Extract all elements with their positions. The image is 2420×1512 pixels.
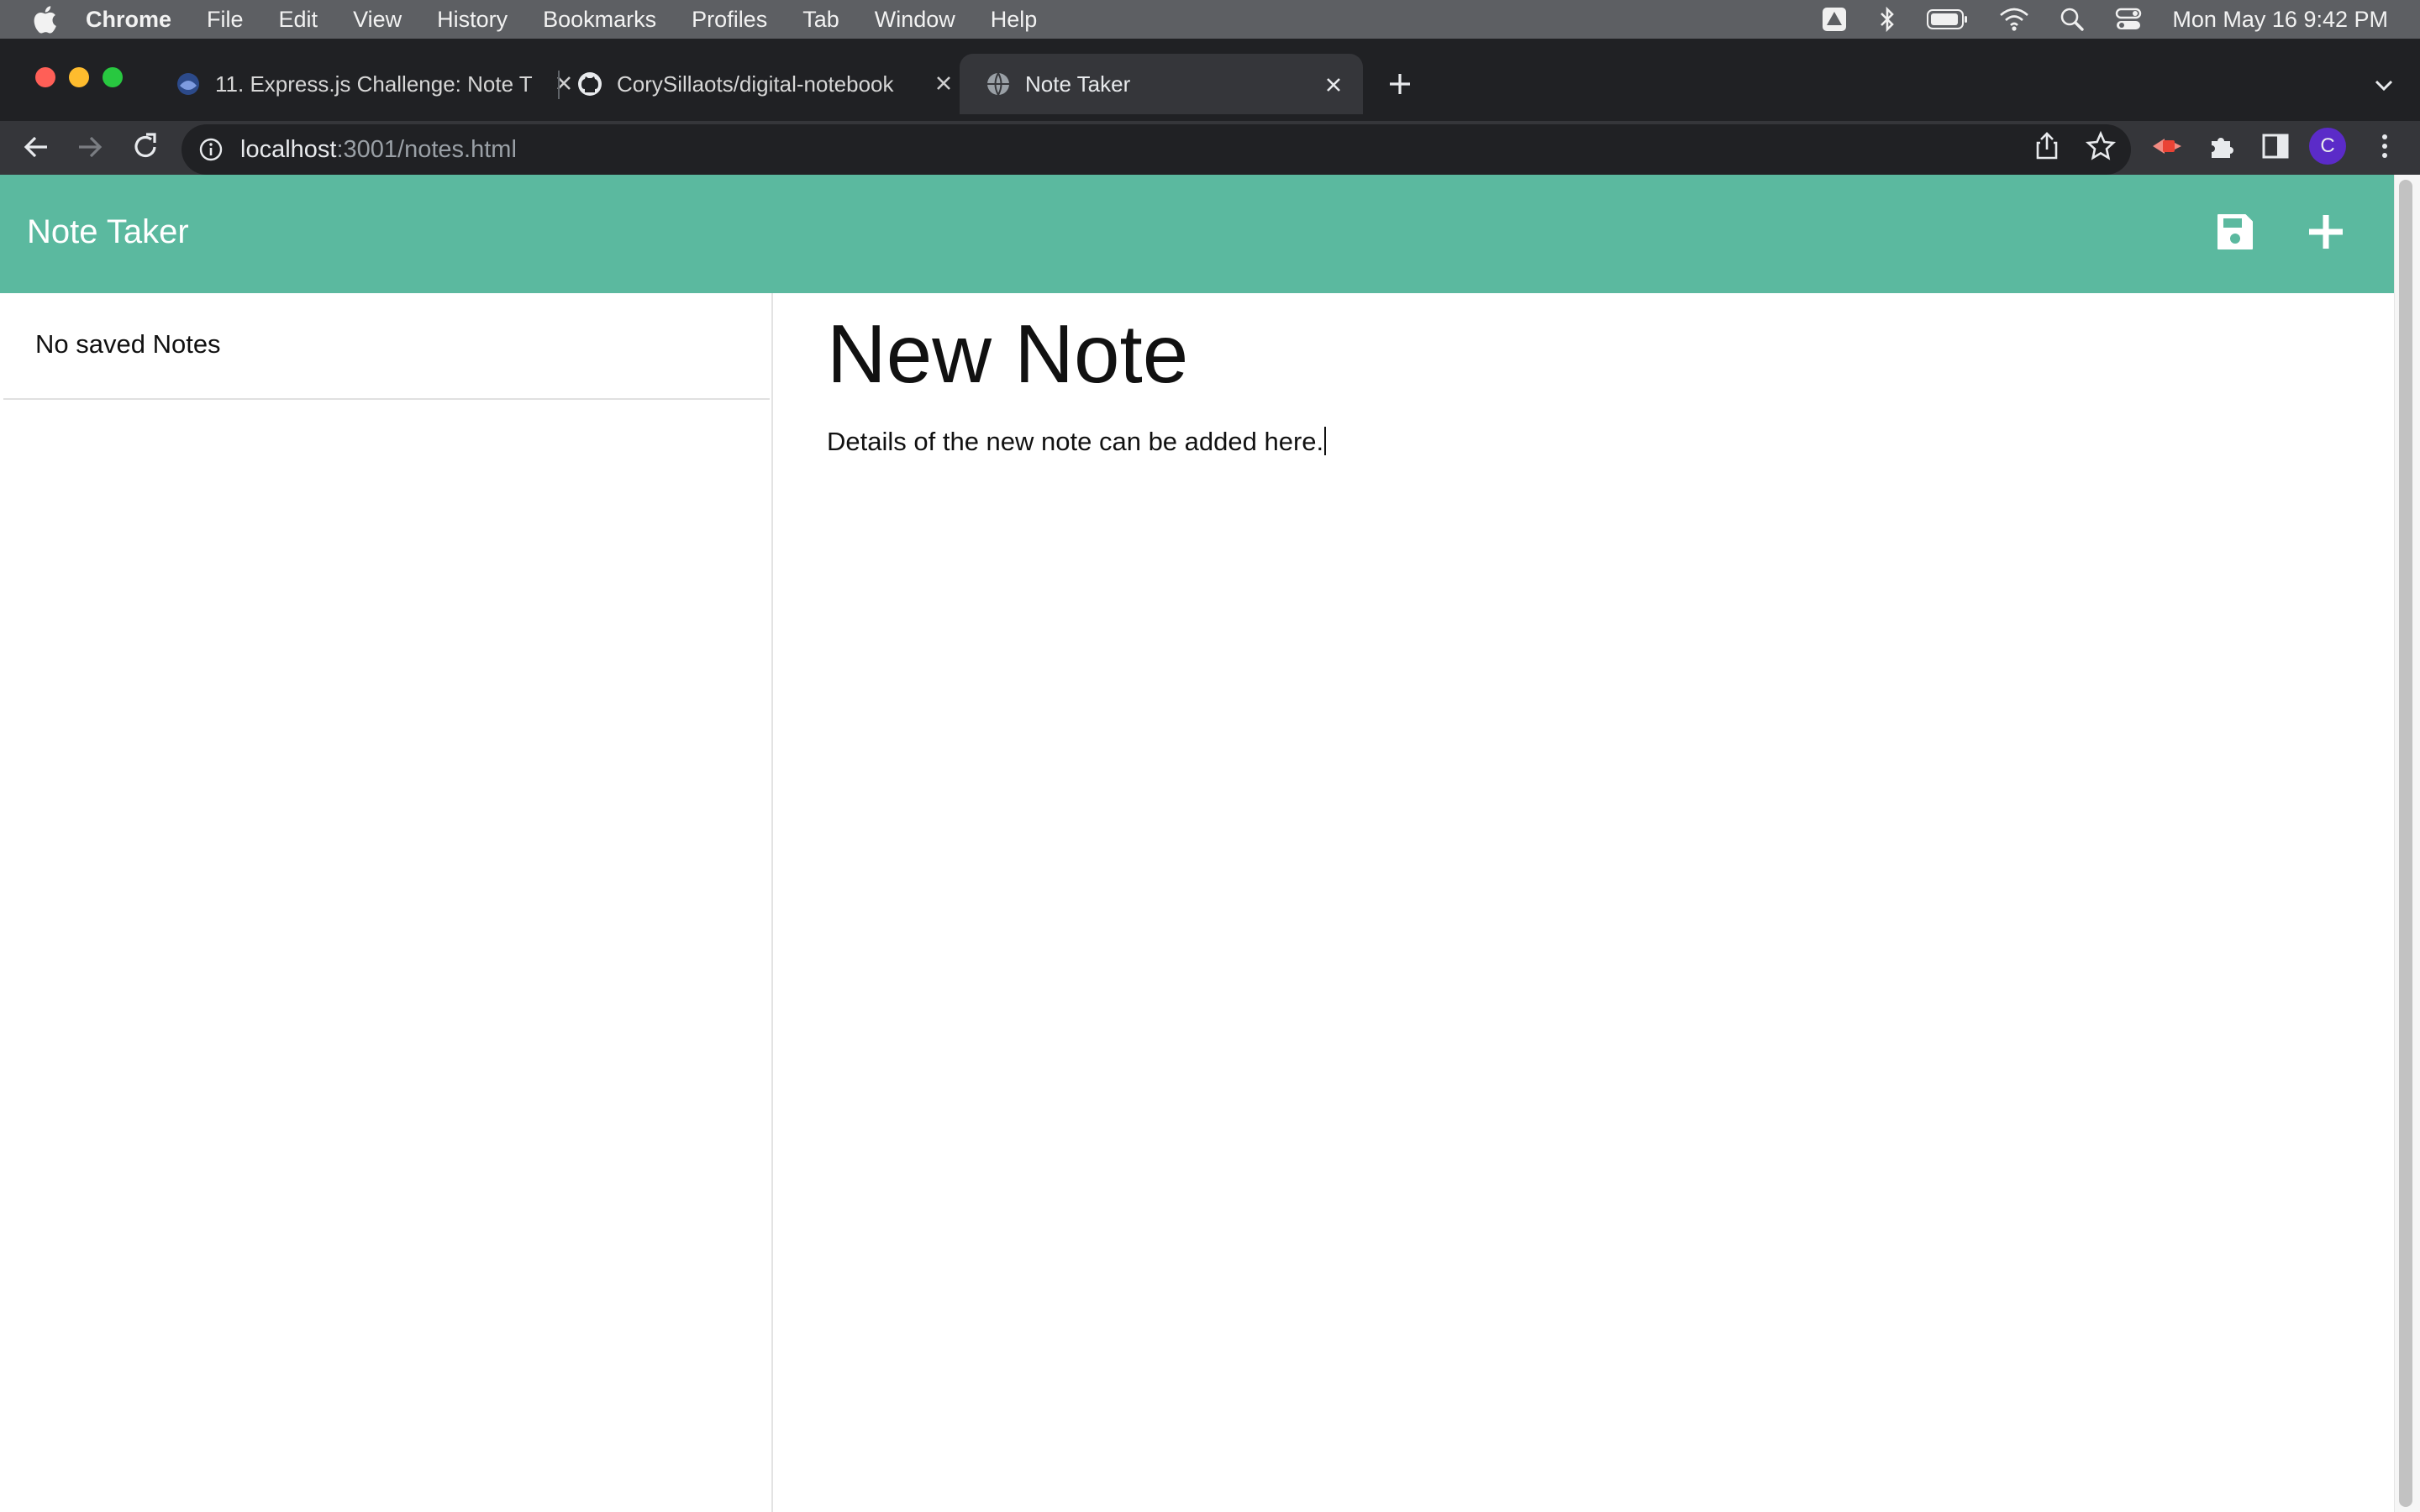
back-arrow-icon[interactable] [17,128,55,166]
url-path: :3001/notes.html [336,135,517,163]
text-caret [1324,427,1327,455]
menu-bookmarks[interactable]: Bookmarks [543,7,656,33]
tab-separator [558,71,560,99]
new-tab-icon[interactable] [1383,67,1417,101]
window-zoom-button[interactable] [103,67,123,87]
window-close-button[interactable] [35,67,55,87]
apple-icon[interactable] [32,5,57,34]
note-title-input[interactable]: New Note [827,308,1188,400]
profile-avatar[interactable]: C [2309,128,2346,165]
wifi-icon[interactable] [1999,7,2029,32]
side-panel-icon[interactable] [2259,129,2292,163]
tab-title: Note Taker [1025,71,1131,97]
app-brand[interactable]: Note Taker [27,213,189,251]
page-scrollbar-thumb[interactable] [2399,180,2412,1507]
globe-icon [987,72,1009,96]
note-text: Details of the new note can be added her… [827,427,1324,456]
drive-icon[interactable] [1821,6,1848,33]
menu-profiles[interactable]: Profiles [692,7,767,33]
tab-title: 11. Express.js Challenge: Note T [215,71,533,97]
extensions-puzzle-icon[interactable] [2205,129,2238,163]
macos-menubar: Chrome File Edit View History Bookmarks … [0,0,2420,39]
reload-icon[interactable] [126,128,165,166]
menu-file[interactable]: File [207,7,244,33]
menu-app-name[interactable]: Chrome [86,7,171,33]
tab-note-taker[interactable]: Note Taker [960,54,1363,114]
menubar-status-area: Mon May 16 9:42 PM [1821,0,2388,39]
note-textarea[interactable]: Details of the new note can be added her… [827,427,1327,457]
menu-help[interactable]: Help [991,7,1038,33]
github-icon [578,72,602,96]
menubar-clock[interactable]: Mon May 16 9:42 PM [2172,7,2388,33]
tab-close-icon[interactable] [1321,72,1346,97]
tab-title: CorySillaots/digital-notebook [617,71,894,97]
menu-history[interactable]: History [437,7,508,33]
address-bar[interactable]: localhost:3001/notes.html [182,124,2131,175]
list-item: No saved Notes [3,294,770,400]
menu-edit[interactable]: Edit [279,7,318,33]
site-info-icon[interactable] [198,137,224,162]
menu-tab[interactable]: Tab [802,7,839,33]
tab-close-icon[interactable] [931,71,956,96]
control-center-icon[interactable] [2115,7,2142,32]
tab-close-icon[interactable] [551,71,576,96]
chrome-menu-kebab-icon[interactable] [2368,129,2402,163]
notes-sidebar [0,293,773,1512]
save-icon[interactable] [2212,208,2259,255]
tab-express-challenge[interactable]: 11. Express.js Challenge: Note T [175,54,571,114]
forward-arrow-icon[interactable] [71,128,109,166]
note-editor [773,293,2394,1512]
empty-notes-label: No saved Notes [35,329,221,359]
course-icon [177,73,199,95]
spotlight-search-icon[interactable] [2060,7,2085,32]
app-navbar [0,175,2394,293]
share-icon[interactable] [2030,129,2064,163]
screencast-extension-icon[interactable] [2149,129,2183,163]
tab-search-chevron-icon[interactable] [2370,71,2398,99]
tab-github-repo[interactable]: CorySillaots/digital-notebook [576,54,950,114]
plus-icon[interactable] [2302,208,2349,255]
menu-window[interactable]: Window [875,7,955,33]
bookmark-star-icon[interactable] [2084,129,2118,163]
url-host: localhost [240,135,337,163]
window-minimize-button[interactable] [69,67,89,87]
bluetooth-icon[interactable] [1878,6,1897,33]
battery-icon[interactable] [1927,8,1969,30]
menu-view[interactable]: View [353,7,402,33]
